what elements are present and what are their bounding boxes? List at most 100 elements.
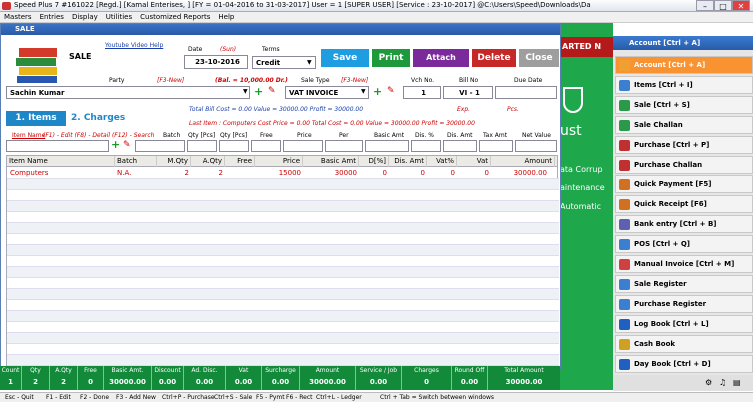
- total-roundoff: Round Off 0.00: [452, 366, 488, 390]
- nav-item[interactable]: Sale Register: [615, 274, 753, 293]
- nav-item-label: Quick Receipt [F6]: [634, 200, 707, 209]
- empty-row[interactable]: [7, 201, 559, 212]
- party-hint: [F3-New]: [157, 77, 185, 84]
- per-select[interactable]: [325, 140, 363, 152]
- menu-display[interactable]: Display: [68, 12, 102, 22]
- nav-item[interactable]: Cash Book: [615, 334, 753, 353]
- add-party-icon[interactable]: +: [254, 85, 263, 98]
- sound-icon[interactable]: ♫: [719, 378, 726, 387]
- tax-input[interactable]: [479, 140, 513, 152]
- basic-input[interactable]: [365, 140, 409, 152]
- empty-row[interactable]: [7, 355, 559, 366]
- nav-item-label: Cash Book: [634, 339, 676, 348]
- minimize-button[interactable]: –: [696, 0, 714, 11]
- add-item-icon[interactable]: +: [111, 138, 120, 151]
- menu-customized-reports[interactable]: Customized Reports: [136, 12, 214, 22]
- nav-item[interactable]: Sale [Ctrl + S]: [615, 95, 753, 114]
- network-icon[interactable]: ▤: [733, 378, 741, 387]
- vch-field[interactable]: 1: [403, 86, 441, 99]
- nav-item-icon: [619, 179, 630, 191]
- nav-item[interactable]: Log Book [Ctrl + L]: [615, 314, 753, 333]
- add-saletype-icon[interactable]: +: [373, 85, 382, 98]
- nav-item[interactable]: Quick Payment [F5]: [615, 175, 753, 194]
- saletype-select[interactable]: VAT INVOICE: [285, 86, 369, 99]
- empty-row[interactable]: [7, 190, 559, 201]
- qty-input[interactable]: [187, 140, 217, 152]
- aqty-input[interactable]: [219, 140, 249, 152]
- nav-item[interactable]: Bank entry [Ctrl + B]: [615, 215, 753, 234]
- close-window-button[interactable]: ✕: [732, 0, 750, 11]
- price-input[interactable]: [283, 140, 323, 152]
- nav-item[interactable]: Quick Receipt [F6]: [615, 195, 753, 214]
- total-surcharge: Surcharge 0.00: [262, 366, 300, 390]
- nav-item[interactable]: Items [Ctrl + I]: [615, 75, 753, 94]
- bill-field[interactable]: VI - 1: [443, 86, 493, 99]
- dis-input[interactable]: [411, 140, 441, 152]
- pcs-label: Pcs.: [507, 106, 519, 113]
- nav-item[interactable]: Sale Challan: [615, 115, 753, 134]
- date-field[interactable]: 23-10-2016: [184, 55, 248, 69]
- cell-amount: 30000.00: [513, 169, 547, 177]
- empty-row[interactable]: [7, 289, 559, 300]
- edit-party-icon[interactable]: ✎: [268, 86, 276, 96]
- nav-header[interactable]: Account [Ctrl + A]: [613, 36, 753, 50]
- empty-row[interactable]: [7, 267, 559, 278]
- disamt-input[interactable]: [443, 140, 477, 152]
- empty-row[interactable]: [7, 278, 559, 289]
- nav-item-icon: [619, 358, 630, 370]
- nav-item[interactable]: Purchase Register: [615, 294, 753, 313]
- delete-button[interactable]: Delete: [472, 49, 516, 67]
- menu-utilities[interactable]: Utilities: [102, 12, 136, 22]
- empty-row[interactable]: [7, 256, 559, 267]
- edit-saletype-icon[interactable]: ✎: [387, 86, 395, 96]
- nav-item[interactable]: Purchase Challan: [615, 155, 753, 174]
- free-input[interactable]: [251, 140, 281, 152]
- empty-row[interactable]: [7, 322, 559, 333]
- maximize-button[interactable]: □: [714, 0, 732, 11]
- empty-row[interactable]: [7, 179, 559, 190]
- dis-label: Dis. %: [415, 132, 434, 139]
- net-input[interactable]: [515, 140, 557, 152]
- chevron-down-icon: ▼: [361, 88, 366, 95]
- menu-entries[interactable]: Entries: [36, 12, 68, 22]
- close-button[interactable]: Close: [519, 49, 559, 67]
- empty-row[interactable]: [7, 344, 559, 355]
- save-button[interactable]: Save: [321, 49, 369, 67]
- empty-row[interactable]: [7, 333, 559, 344]
- cell-dpct: 0: [382, 169, 387, 177]
- print-button[interactable]: Print: [372, 49, 410, 67]
- menu-masters[interactable]: Masters: [0, 12, 36, 22]
- nav-item[interactable]: Account [Ctrl + A]: [615, 56, 753, 74]
- nav-item-icon: [619, 99, 630, 111]
- empty-row[interactable]: [7, 311, 559, 322]
- batch-select[interactable]: [135, 140, 185, 152]
- status-hint: F5 - Pymt: [256, 394, 285, 401]
- nav-item[interactable]: Purchase [Ctrl + P]: [615, 135, 753, 154]
- item-name-input[interactable]: [6, 140, 109, 152]
- table-row[interactable]: Computers N.A. 2 2 15000 30000 0 0 0 0 3…: [7, 168, 559, 179]
- empty-row[interactable]: [7, 223, 559, 234]
- per-label: Per: [339, 132, 349, 139]
- party-field[interactable]: Sachin Kumar: [6, 86, 250, 99]
- status-hint: F3 - Add New: [116, 394, 156, 401]
- total-vat: Vat 0.00: [226, 366, 262, 390]
- empty-row[interactable]: [7, 234, 559, 245]
- empty-row[interactable]: [7, 300, 559, 311]
- nav-item[interactable]: Day Book [Ctrl + D]: [615, 354, 753, 373]
- item-name-label: Item Name: [12, 132, 46, 139]
- empty-row[interactable]: [7, 212, 559, 223]
- menu-help[interactable]: Help: [214, 12, 238, 22]
- tab-charges[interactable]: 2. Charges: [71, 113, 125, 123]
- settings-icon[interactable]: ⚙: [705, 378, 712, 387]
- nav-item[interactable]: POS [Ctrl + Q]: [615, 235, 753, 254]
- tab-items[interactable]: 1. Items: [6, 111, 66, 126]
- empty-row[interactable]: [7, 245, 559, 256]
- nav-item[interactable]: Manual Invoice [Ctrl + M]: [615, 255, 753, 273]
- edit-item-icon[interactable]: ✎: [123, 140, 131, 150]
- attach-button[interactable]: Attach: [413, 49, 469, 67]
- due-date-field[interactable]: [495, 86, 557, 99]
- nav-item-label: Purchase Register: [634, 299, 707, 308]
- price-label: Price: [297, 132, 312, 139]
- total-amount: Amount 30000.00: [300, 366, 356, 390]
- youtube-link[interactable]: Youtube Video Help: [105, 42, 163, 49]
